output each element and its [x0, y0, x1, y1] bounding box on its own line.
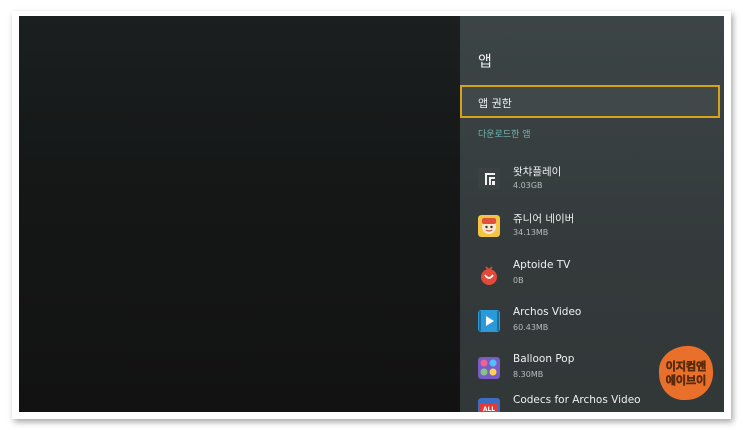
panel-title: 앱 — [478, 52, 493, 70]
app-name: Aptoide TV — [513, 259, 571, 271]
app-name: Balloon Pop — [513, 353, 575, 365]
downloaded-apps-header: 다운로드한 앱 — [478, 130, 531, 140]
app-name: 쥬니어 네이버 — [513, 213, 575, 225]
svg-text:이지컴앤: 이지컴앤 — [666, 359, 706, 373]
tv-screen: 앱 앱 권한 다운로드한 앱 왓챠플레이 4.03GB 쥬니어 네이버 34.1… — [19, 16, 724, 412]
app-size: 0B — [513, 276, 524, 285]
app-item-archos-video[interactable]: Archos Video 60.43MB — [460, 300, 724, 346]
watermark-logo: 이지컴앤 에이브이 — [656, 343, 716, 403]
app-item-aptoide-tv[interactable]: Aptoide TV 0B — [460, 253, 724, 299]
app-item-junior-naver[interactable]: 쥬니어 네이버 34.13MB — [460, 205, 724, 251]
watcha-play-icon — [478, 168, 500, 190]
balloon-pop-icon — [478, 357, 500, 379]
svg-text:ALL: ALL — [483, 406, 495, 412]
background-area — [19, 16, 460, 412]
app-size: 34.13MB — [513, 228, 549, 237]
archos-video-icon — [478, 310, 500, 332]
app-permissions-label: 앱 권한 — [478, 97, 512, 110]
junior-naver-icon — [478, 215, 500, 237]
app-item-watcha-play[interactable]: 왓챠플레이 4.03GB — [460, 158, 724, 204]
app-size: 60.43MB — [513, 323, 549, 332]
svg-text:에이브이: 에이브이 — [666, 373, 706, 387]
archos-codecs-icon: ALL — [478, 398, 500, 412]
aptoide-tv-icon — [478, 263, 500, 285]
app-name: 왓챠플레이 — [513, 166, 562, 178]
app-name: Codecs for Archos Video — [513, 394, 641, 406]
app-size: 4.03GB — [513, 181, 543, 190]
app-permissions-item[interactable]: 앱 권한 — [460, 85, 720, 118]
app-name: Archos Video — [513, 306, 582, 318]
app-size: 8.30MB — [513, 370, 544, 379]
